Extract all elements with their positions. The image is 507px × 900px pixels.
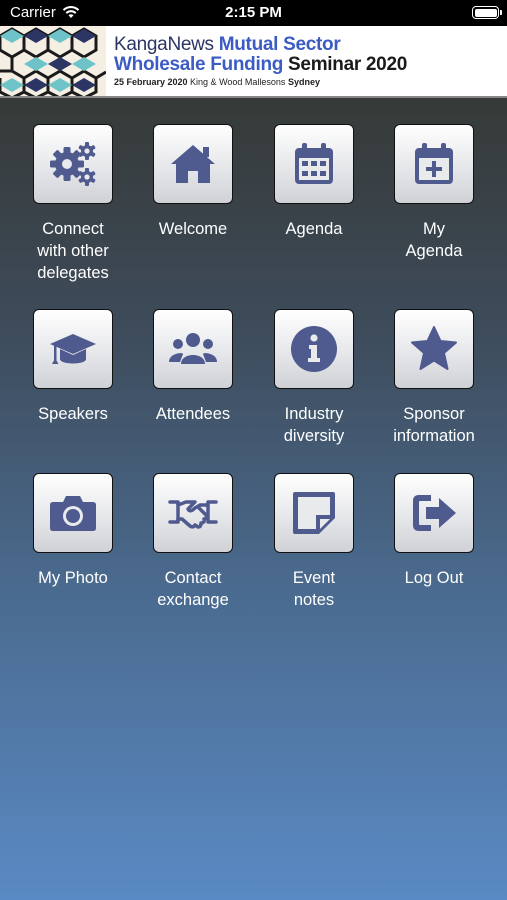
attendees-button[interactable] <box>153 309 233 389</box>
calendar-plus-icon <box>415 143 453 184</box>
tile-label: My Photo <box>38 569 108 587</box>
tile-my-photo[interactable]: My Photo <box>13 473 133 589</box>
users-icon <box>169 333 217 364</box>
tile-sponsor-information[interactable]: Sponsor information <box>374 309 494 447</box>
contact-exchange-button[interactable] <box>153 473 233 553</box>
tile-label: Sponsor information <box>393 405 475 445</box>
event-banner: KangaNews Mutual Sector Wholesale Fundin… <box>0 26 507 98</box>
tile-label: Industry diversity <box>283 405 345 445</box>
status-bar: Carrier 2:15 PM <box>0 0 507 26</box>
welcome-button[interactable] <box>153 124 233 204</box>
tile-label: Event notes <box>292 569 336 609</box>
banner-title-line2-dark: Seminar 2020 <box>283 54 407 75</box>
gears-icon <box>50 142 96 186</box>
star-icon <box>411 326 457 370</box>
event-notes-button[interactable] <box>274 473 354 553</box>
banner-date: 25 February 2020 <box>114 77 188 87</box>
speakers-button[interactable] <box>33 309 113 389</box>
home-icon <box>171 145 215 183</box>
tile-my-agenda[interactable]: My Agenda <box>374 124 494 262</box>
my-photo-button[interactable] <box>33 473 113 553</box>
battery-icon <box>472 6 502 19</box>
tile-welcome[interactable]: Welcome <box>133 124 253 240</box>
tile-event-notes[interactable]: Event notes <box>254 473 374 611</box>
menu-grid: Connect with other delegates Welcome Age… <box>0 124 507 644</box>
camera-icon <box>50 496 96 531</box>
tile-label: Agenda <box>285 220 343 238</box>
tile-label: Welcome <box>158 220 228 238</box>
tile-label: My Agenda <box>405 220 463 260</box>
graduation-cap-icon <box>50 334 96 364</box>
tile-speakers[interactable]: Speakers <box>13 309 133 425</box>
tile-industry-diversity[interactable]: Industry diversity <box>254 309 374 447</box>
banner-title-line1: Mutual Sector <box>213 34 341 55</box>
tile-label: Speakers <box>38 405 108 423</box>
handshake-icon <box>168 500 218 529</box>
sponsor-information-button[interactable] <box>394 309 474 389</box>
sign-out-icon <box>413 495 456 531</box>
tile-label: Log Out <box>404 569 464 587</box>
tile-label: Contact exchange <box>157 569 229 609</box>
banner-brand: KangaNews <box>114 34 214 55</box>
tile-label: Connect with other delegates <box>37 220 109 282</box>
tile-attendees[interactable]: Attendees <box>133 309 253 425</box>
banner-city: Sydney <box>287 77 320 87</box>
tile-label: Attendees <box>155 405 231 423</box>
log-out-button[interactable] <box>394 473 474 553</box>
tile-agenda[interactable]: Agenda <box>254 124 374 240</box>
industry-diversity-button[interactable] <box>274 309 354 389</box>
calendar-icon <box>295 143 333 184</box>
tile-log-out[interactable]: Log Out <box>374 473 494 589</box>
banner-venue: King & Wood Mallesons <box>187 77 288 87</box>
status-time: 2:15 PM <box>225 4 282 21</box>
tile-connect[interactable]: Connect with other delegates <box>13 124 133 284</box>
banner-pattern-logo <box>0 26 106 96</box>
banner-title-line2-blue: Wholesale Funding <box>114 54 284 75</box>
tile-contact-exchange[interactable]: Contact exchange <box>133 473 253 611</box>
info-icon <box>291 326 337 372</box>
sticky-note-icon <box>293 492 335 534</box>
connect-button[interactable] <box>33 124 113 204</box>
my-agenda-button[interactable] <box>394 124 474 204</box>
agenda-button[interactable] <box>274 124 354 204</box>
